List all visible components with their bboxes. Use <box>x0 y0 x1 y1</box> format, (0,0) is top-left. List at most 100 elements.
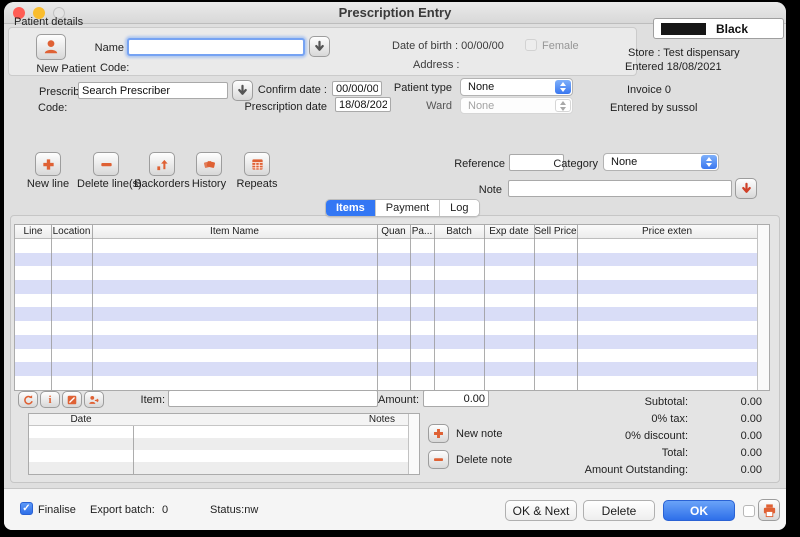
export-batch-value: 0 <box>162 504 168 516</box>
items-table: LineLocationItem NameQuanPa...BatchExp d… <box>14 224 770 391</box>
tax-label: 0% tax: <box>384 413 688 425</box>
items-table-row[interactable] <box>15 253 757 267</box>
colour-value: Black <box>716 22 748 36</box>
plus-icon <box>41 157 56 172</box>
tab-payment[interactable]: Payment <box>376 200 440 216</box>
address-label: Address : <box>413 59 459 71</box>
female-checkbox <box>525 39 537 51</box>
items-column-header[interactable]: Exp date <box>484 225 534 238</box>
history-cards-icon <box>202 157 217 172</box>
items-table-header: LineLocationItem NameQuanPa...BatchExp d… <box>15 225 769 239</box>
print-button[interactable] <box>758 499 780 521</box>
finalise-label: Finalise <box>38 504 76 516</box>
items-table-row[interactable] <box>15 280 757 294</box>
delete-lines-button[interactable] <box>93 152 119 176</box>
items-column-header[interactable]: Location <box>51 225 92 238</box>
prescription-date-label: Prescription date <box>184 101 327 113</box>
toolbar-item-new-line[interactable]: New line <box>19 152 77 190</box>
printer-icon <box>762 503 777 518</box>
patient-type-label: Patient type <box>334 82 452 94</box>
toolbar-item-repeats[interactable]: Repeats <box>228 152 286 190</box>
notes-table: DateNotes <box>28 413 420 475</box>
subtotal-value: 0.00 <box>692 396 762 408</box>
ok-next-button[interactable]: OK & Next <box>505 500 577 521</box>
info-icon: i <box>48 394 51 406</box>
backorder-arrow-icon <box>155 157 170 172</box>
items-table-scrollbar[interactable] <box>757 225 769 390</box>
patient-name-search-button[interactable] <box>309 36 330 57</box>
items-table-row[interactable] <box>15 335 757 349</box>
patient-type-value: None <box>468 81 494 93</box>
items-column-header[interactable]: Item Name <box>92 225 377 238</box>
line-info-button[interactable]: i <box>40 391 60 408</box>
column-divider <box>51 225 52 390</box>
items-column-header[interactable]: Sell Price <box>534 225 577 238</box>
print-checkbox[interactable] <box>743 505 755 517</box>
ward-value: None <box>468 100 494 112</box>
invoice-text: Invoice 0 <box>627 84 671 96</box>
items-table-row[interactable] <box>15 362 757 376</box>
notes-table-row[interactable] <box>29 438 409 450</box>
note-input[interactable] <box>508 180 732 197</box>
ok-button[interactable]: OK <box>663 500 735 521</box>
toolbar-item-delete-lines[interactable]: Delete line(s) <box>77 152 135 190</box>
items-table-row[interactable] <box>15 307 757 321</box>
items-table-row[interactable] <box>15 266 757 280</box>
note-expand-button[interactable] <box>735 178 757 199</box>
total-value: 0.00 <box>692 447 762 459</box>
status-text: Status:nw <box>210 504 258 516</box>
items-table-row[interactable] <box>15 294 757 308</box>
confirm-date-label: Confirm date : <box>204 84 327 96</box>
column-divider <box>133 426 134 474</box>
category-label: Category <box>504 158 598 170</box>
person-icon <box>42 38 60 56</box>
items-table-row[interactable] <box>15 349 757 363</box>
red-down-arrow-icon <box>740 182 753 195</box>
notes-table-row[interactable] <box>29 426 409 438</box>
dropdown-stepper-icon <box>555 80 571 94</box>
column-divider <box>577 225 578 390</box>
dropdown-stepper-icon <box>555 99 571 112</box>
category-select[interactable]: None <box>603 153 719 171</box>
items-table-row[interactable] <box>15 376 757 390</box>
tab-items[interactable]: Items <box>326 200 376 216</box>
notes-table-row[interactable] <box>29 450 409 462</box>
items-column-header[interactable]: Line <box>15 225 51 238</box>
colour-select[interactable]: Black <box>653 18 784 39</box>
items-table-row[interactable] <box>15 239 757 253</box>
items-column-header[interactable]: Pa... <box>410 225 434 238</box>
tab-bar: Items Payment Log <box>325 199 480 217</box>
amount-outstanding-value: 0.00 <box>692 464 762 476</box>
items-column-header[interactable]: Quan <box>377 225 410 238</box>
edit-icon <box>66 394 78 406</box>
ward-select: None <box>460 97 573 114</box>
repeats-button[interactable] <box>244 152 270 176</box>
notes-table-row[interactable] <box>29 462 409 474</box>
new-line-button[interactable] <box>35 152 61 176</box>
edit-note-button[interactable] <box>62 391 82 408</box>
items-column-header[interactable]: Price exten <box>577 225 757 238</box>
notes-column-header[interactable]: Notes <box>133 414 409 425</box>
history-button[interactable] <box>196 152 222 176</box>
finalise-checkbox[interactable]: ✓ <box>20 502 33 515</box>
column-divider <box>410 225 411 390</box>
patient-name-input[interactable] <box>127 38 305 56</box>
new-patient-label: New Patient <box>36 63 96 75</box>
total-label: Total: <box>384 447 688 459</box>
ward-label: Ward <box>334 100 452 112</box>
items-column-header[interactable]: Batch <box>434 225 484 238</box>
patient-merge-button[interactable] <box>84 391 104 408</box>
discount-label: 0% discount: <box>384 430 688 442</box>
new-patient-button[interactable] <box>36 34 66 60</box>
footer-bar: ✓ Finalise Export batch: 0 Status:nw OK … <box>4 488 786 530</box>
refresh-lines-button[interactable] <box>18 391 38 408</box>
tab-log[interactable]: Log <box>440 200 478 216</box>
patient-type-select[interactable]: None <box>460 78 573 96</box>
backorders-button[interactable] <box>149 152 175 176</box>
female-label: Female <box>542 40 579 52</box>
items-table-row[interactable] <box>15 321 757 335</box>
delete-button[interactable]: Delete <box>583 500 655 521</box>
notes-column-header[interactable]: Date <box>29 414 133 425</box>
store-text: Store : Test dispensary <box>628 47 740 59</box>
colour-swatch <box>661 23 706 35</box>
